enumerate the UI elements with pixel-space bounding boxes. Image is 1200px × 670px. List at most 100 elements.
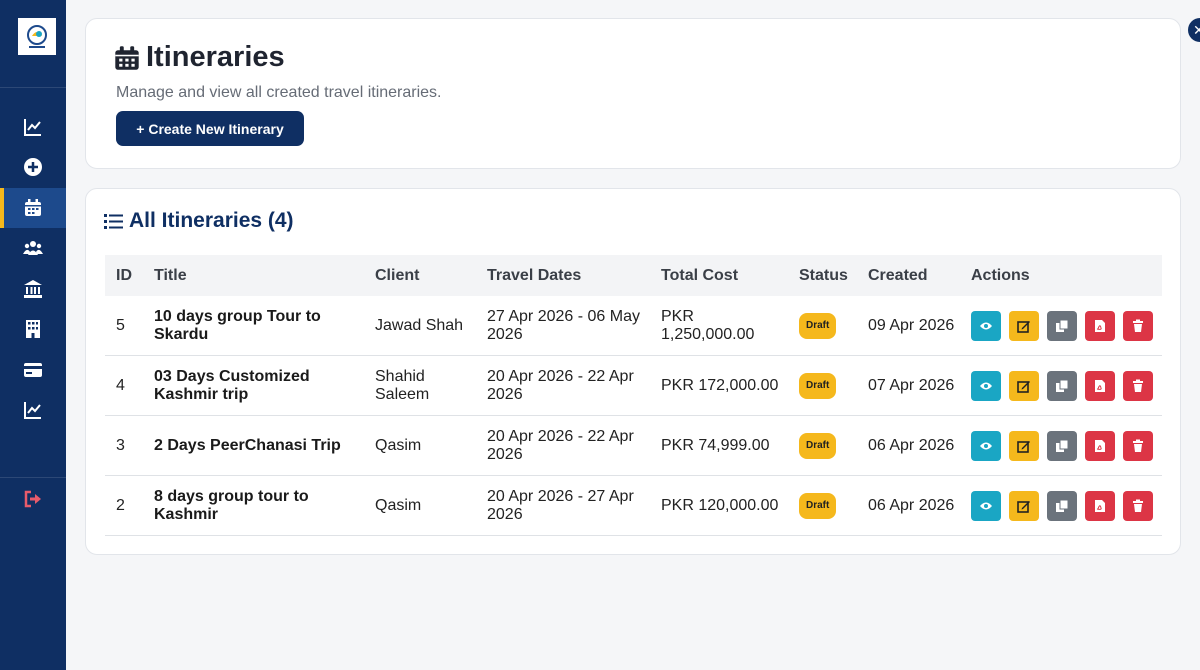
view-button[interactable]: [971, 430, 1001, 461]
row-client: Jawad Shah: [375, 316, 464, 334]
view-button[interactable]: [971, 370, 1001, 401]
brand-logo[interactable]: [18, 18, 56, 55]
duplicate-button[interactable]: [1047, 370, 1077, 401]
plus-circle-icon: [24, 158, 42, 176]
row-title: 8 days group tour to Kashmir: [154, 487, 309, 523]
file-pdf-icon: [1095, 319, 1105, 332]
row-client: Shahid Saleem: [375, 367, 430, 403]
building-icon: [26, 320, 40, 338]
list-icon: [104, 213, 123, 229]
export-pdf-button[interactable]: [1085, 370, 1115, 401]
row-created-date: 06 Apr 2026: [868, 496, 955, 514]
sidebar: [0, 0, 66, 670]
copy-icon: [1056, 439, 1069, 452]
edit-icon: [1017, 440, 1030, 453]
create-itinerary-button[interactable]: + Create New Itinerary: [116, 111, 304, 146]
edit-button[interactable]: [1009, 370, 1039, 401]
eye-icon: [980, 502, 992, 509]
status-badge: Draft: [799, 432, 837, 459]
row-actions: [971, 370, 1153, 401]
row-title: 03 Days Customized Kashmir trip: [154, 367, 310, 403]
trash-icon: [1133, 499, 1143, 512]
export-pdf-button[interactable]: [1085, 310, 1115, 341]
row-total-cost: PKR 172,000.00: [661, 376, 779, 394]
sidebar-item-logout[interactable]: [0, 479, 66, 519]
page-title: Itineraries: [114, 41, 285, 74]
row-total-cost: PKR 120,000.00: [661, 496, 779, 514]
row-client: Qasim: [375, 496, 422, 514]
view-button[interactable]: [971, 310, 1001, 341]
duplicate-button[interactable]: [1047, 310, 1077, 341]
page-subtitle: Manage and view all created travel itine…: [116, 84, 442, 101]
row-title: 10 days group Tour to Skardu: [154, 307, 321, 343]
row-travel-dates: 27 Apr 2026 - 06 May 2026: [487, 307, 640, 343]
edit-icon: [1017, 380, 1030, 393]
section-title: All Itineraries (4): [104, 209, 294, 233]
copy-icon: [1056, 379, 1069, 392]
delete-button[interactable]: [1123, 370, 1153, 401]
page-title-text: Itineraries: [146, 41, 285, 73]
chart-line-icon: [24, 119, 41, 136]
table-row: 4 03 Days Customized Kashmir trip Shahid…: [105, 356, 1162, 416]
row-created-date: 07 Apr 2026: [868, 376, 955, 394]
delete-button[interactable]: [1123, 310, 1153, 341]
trash-icon: [1133, 439, 1143, 452]
row-total-cost: PKR 1,250,000.00: [661, 307, 755, 343]
close-icon: ✕: [1193, 21, 1200, 38]
edit-button[interactable]: [1009, 310, 1039, 341]
column-header-created: Created: [868, 267, 928, 284]
row-total-cost: PKR 74,999.00: [661, 436, 770, 454]
column-header-actions: Actions: [971, 267, 1030, 284]
table-row: 3 2 Days PeerChanasi Trip Qasim 20 Apr 2…: [105, 416, 1162, 476]
sidebar-divider: [0, 87, 66, 88]
credit-card-icon: [24, 363, 42, 377]
duplicate-button[interactable]: [1047, 430, 1077, 461]
status-badge: Draft: [799, 372, 837, 399]
trash-icon: [1133, 319, 1143, 332]
column-header-title: Title: [154, 267, 187, 284]
file-pdf-icon: [1095, 439, 1105, 452]
column-header-total-cost: Total Cost: [661, 267, 739, 284]
row-created-date: 06 Apr 2026: [868, 436, 955, 454]
delete-button[interactable]: [1123, 490, 1153, 521]
sidebar-item-reports[interactable]: [0, 390, 66, 430]
sidebar-item-bank[interactable]: [0, 269, 66, 309]
sidebar-item-dashboard[interactable]: [0, 107, 66, 147]
delete-button[interactable]: [1123, 430, 1153, 461]
edit-icon: [1017, 320, 1030, 333]
sidebar-item-create[interactable]: [0, 147, 66, 187]
itineraries-table: ID Title Client Travel Dates Total Cost …: [105, 255, 1162, 536]
file-pdf-icon: [1095, 379, 1105, 392]
column-header-id: ID: [116, 267, 132, 284]
row-id: 3: [116, 436, 125, 454]
table-header-row: ID Title Client Travel Dates Total Cost …: [105, 255, 1162, 296]
row-id: 5: [116, 316, 125, 334]
sidebar-item-hotels[interactable]: [0, 309, 66, 349]
status-badge: Draft: [799, 312, 837, 339]
table-title: All Itineraries (4): [129, 209, 294, 232]
sidebar-item-clients[interactable]: [0, 228, 66, 268]
view-button[interactable]: [971, 490, 1001, 521]
row-travel-dates: 20 Apr 2026 - 22 Apr 2026: [487, 427, 634, 463]
users-icon: [23, 241, 43, 255]
column-header-client: Client: [375, 267, 420, 284]
calendar-icon: [115, 45, 139, 70]
edit-button[interactable]: [1009, 430, 1039, 461]
sidebar-toggle-button[interactable]: ✕: [1188, 18, 1200, 42]
row-actions: [971, 310, 1153, 341]
edit-button[interactable]: [1009, 490, 1039, 521]
export-pdf-button[interactable]: [1085, 490, 1115, 521]
row-travel-dates: 20 Apr 2026 - 27 Apr 2026: [487, 487, 634, 523]
table-row: 2 8 days group tour to Kashmir Qasim 20 …: [105, 476, 1162, 536]
row-client: Qasim: [375, 436, 422, 454]
file-pdf-icon: [1095, 499, 1105, 512]
sidebar-item-itineraries[interactable]: [0, 188, 66, 228]
row-id: 2: [116, 496, 125, 514]
status-badge: Draft: [799, 492, 837, 519]
duplicate-button[interactable]: [1047, 490, 1077, 521]
export-pdf-button[interactable]: [1085, 430, 1115, 461]
copy-icon: [1056, 319, 1069, 332]
row-travel-dates: 20 Apr 2026 - 22 Apr 2026: [487, 367, 634, 403]
sidebar-item-payments[interactable]: [0, 350, 66, 390]
edit-icon: [1017, 500, 1030, 513]
